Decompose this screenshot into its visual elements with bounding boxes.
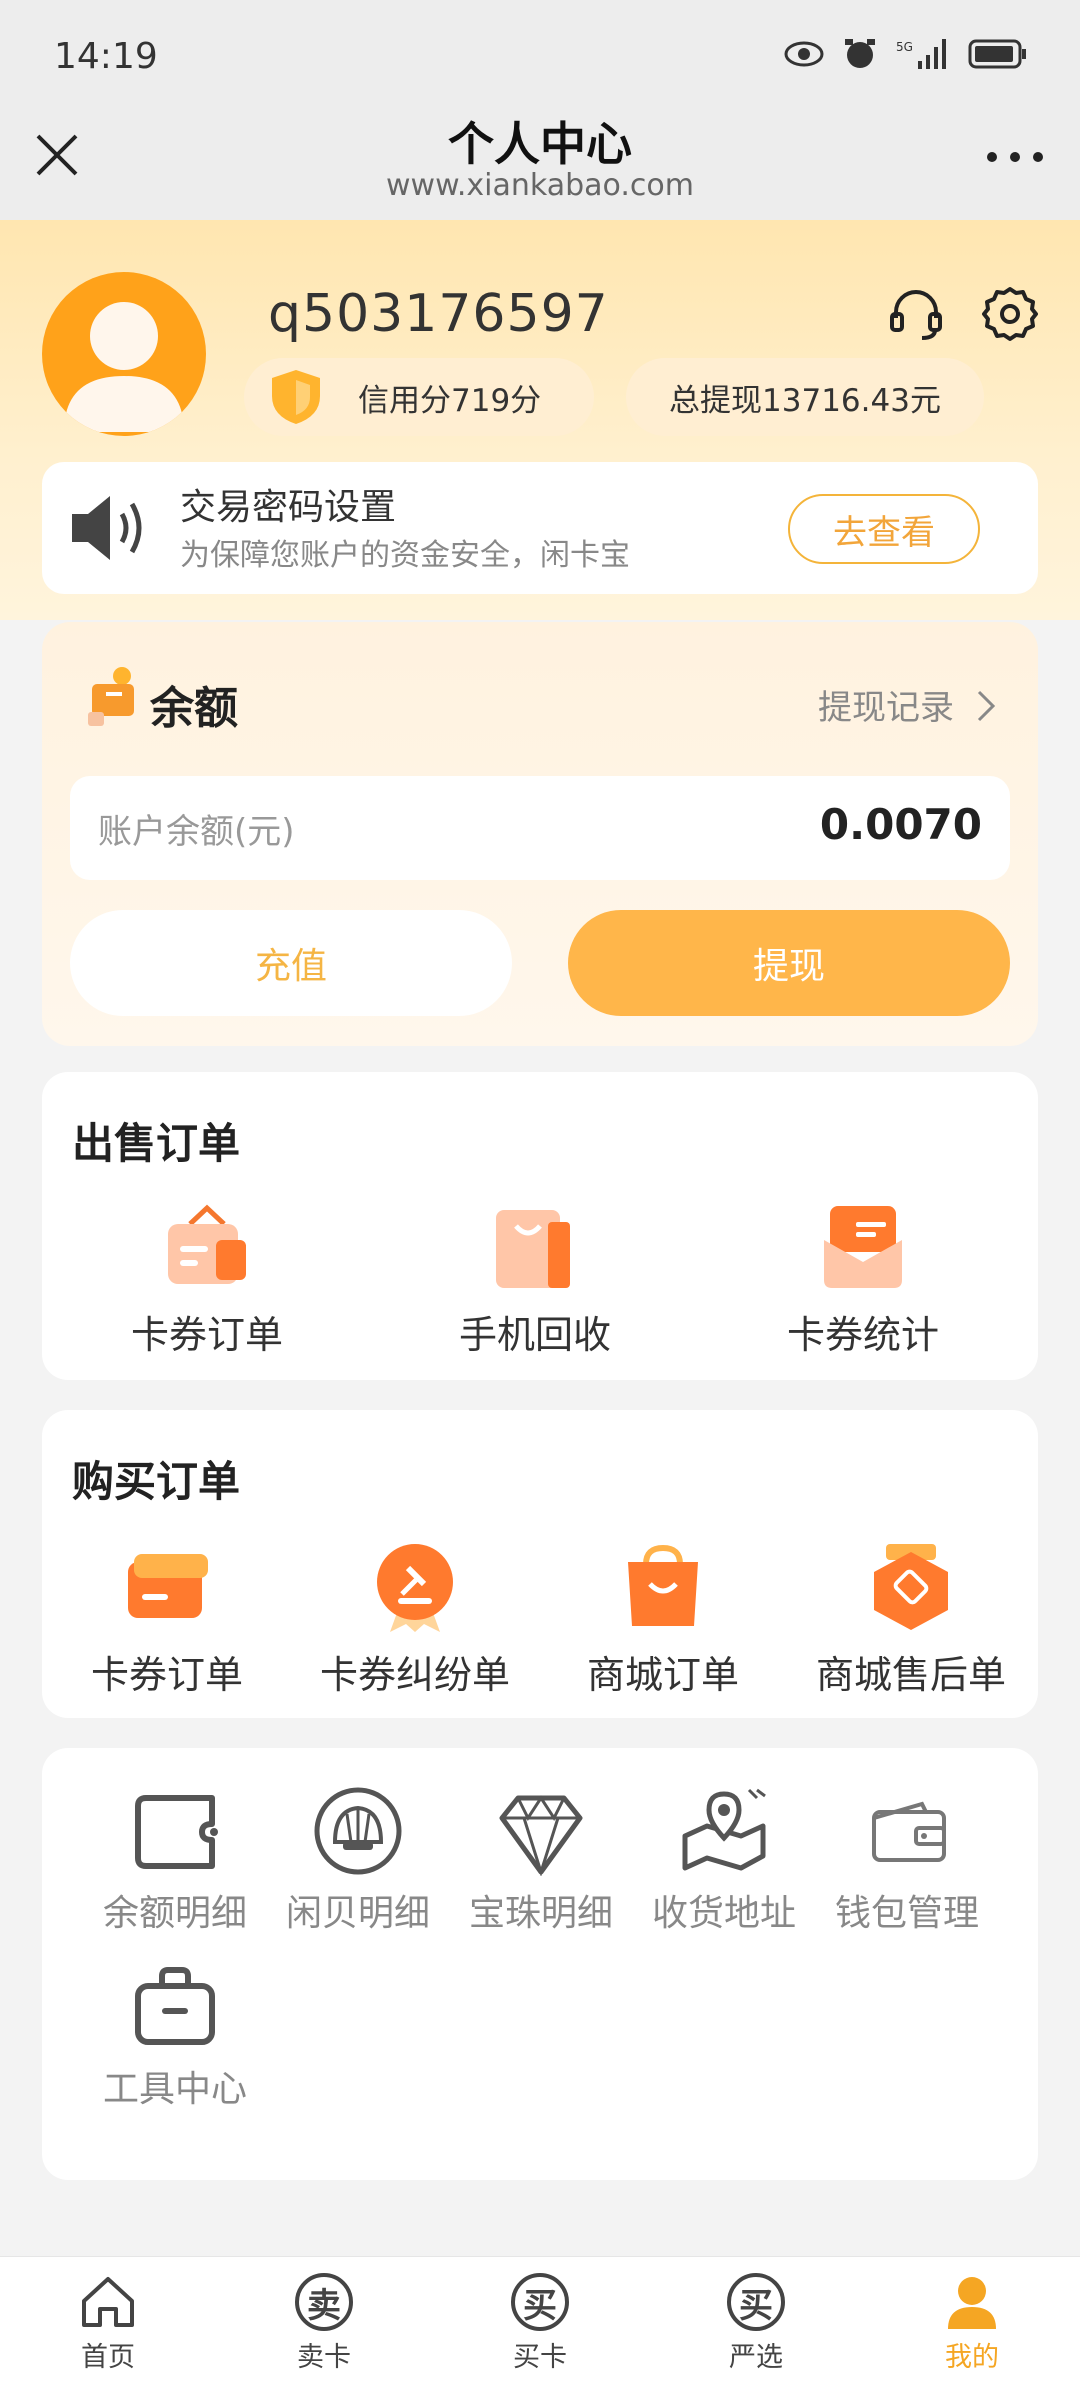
user-icon bbox=[948, 2277, 996, 2329]
tab-mine[interactable]: 我的 bbox=[864, 2257, 1080, 2389]
tool-label: 收货地址 bbox=[651, 1893, 796, 1934]
credit-score: 信用分719分 bbox=[358, 382, 542, 419]
notice-title: 交易密码设置 bbox=[180, 487, 397, 528]
shield-icon bbox=[272, 370, 320, 424]
dispute-icon bbox=[377, 1544, 453, 1632]
toolbox-icon bbox=[135, 1967, 215, 2045]
grid-label: 卡券统计 bbox=[786, 1313, 939, 1357]
grid-label: 手机回收 bbox=[458, 1313, 611, 1357]
tool-center[interactable]: 工具中心 bbox=[85, 1962, 265, 2112]
card-order-icon bbox=[128, 1554, 208, 1618]
home-icon bbox=[82, 2277, 134, 2327]
buy-icon: 买 bbox=[511, 2273, 569, 2331]
tab-home[interactable]: 首页 bbox=[0, 2257, 216, 2389]
balance-value: 0.0070 bbox=[819, 800, 982, 849]
phone-recycle-icon bbox=[496, 1210, 570, 1288]
shell-detail[interactable]: 闲贝明细 bbox=[268, 1786, 448, 1936]
grid-label: 商城售后单 bbox=[815, 1653, 1006, 1697]
tool-label: 闲贝明细 bbox=[285, 1893, 430, 1934]
recharge-button[interactable]: 充值 bbox=[70, 910, 512, 1016]
total-withdraw-badge: 总提现13716.43元 bbox=[626, 358, 984, 436]
username: q503176597 bbox=[268, 284, 609, 344]
diamond-icon bbox=[499, 1795, 583, 1876]
grid-label: 卡券纠纷单 bbox=[319, 1653, 510, 1697]
card-stats-icon bbox=[824, 1206, 902, 1288]
balance-label: 账户余额(元) bbox=[98, 812, 295, 852]
sell-card-order[interactable]: 卡券订单 bbox=[107, 1200, 307, 1359]
pearl-detail[interactable]: 宝珠明细 bbox=[451, 1786, 631, 1936]
tab-label: 我的 bbox=[945, 2342, 999, 2373]
buy-orders-title: 购买订单 bbox=[72, 1457, 241, 1506]
buy-mall-order[interactable]: 商城订单 bbox=[563, 1540, 763, 1699]
sell-orders-title: 出售订单 bbox=[72, 1119, 241, 1168]
tab-label: 卖卡 bbox=[297, 2342, 351, 2373]
user-icon bbox=[64, 302, 184, 432]
location-icon bbox=[682, 1788, 766, 1871]
tab-label: 首页 bbox=[81, 2342, 135, 2373]
customer-service-button[interactable] bbox=[886, 284, 946, 344]
money-bag-icon bbox=[88, 667, 134, 726]
tool-label: 余额明细 bbox=[102, 1893, 247, 1934]
buy-after-sale-order[interactable]: 商城售后单 bbox=[811, 1540, 1011, 1699]
avatar[interactable] bbox=[42, 272, 206, 436]
view-button[interactable]: 去查看 bbox=[788, 494, 980, 564]
credit-score-badge[interactable]: 信用分719分 bbox=[244, 358, 594, 436]
page-title: 个人中心 bbox=[448, 117, 632, 171]
alarm-icon bbox=[845, 39, 875, 68]
buy-dispute-order[interactable]: 卡券纠纷单 bbox=[315, 1540, 515, 1699]
status-icons: 5G bbox=[784, 36, 1028, 72]
bottom-tab-bar: 首页 卖 卖卡 买 买卡 买 严选 我的 bbox=[0, 2256, 1080, 2389]
tab-buy-card[interactable]: 买 买卡 bbox=[432, 2257, 648, 2389]
tool-label: 宝珠明细 bbox=[468, 1893, 613, 1934]
sell-card-stats[interactable]: 卡券统计 bbox=[763, 1200, 963, 1359]
tab-label: 严选 bbox=[729, 2342, 783, 2373]
wallet-management[interactable]: 钱包管理 bbox=[817, 1786, 997, 1936]
tab-label: 买卡 bbox=[513, 2342, 567, 2373]
more-icon bbox=[987, 152, 1043, 162]
battery-icon bbox=[968, 39, 1026, 69]
tool-label: 钱包管理 bbox=[834, 1893, 979, 1934]
withdraw-record-link[interactable]: 提现记录 bbox=[818, 680, 997, 729]
wallet-icon bbox=[872, 1801, 946, 1862]
balance-title: 余额 bbox=[150, 683, 238, 734]
withdraw-button[interactable]: 提现 bbox=[568, 910, 1010, 1016]
wallet-card-icon bbox=[135, 1795, 218, 1869]
svg-text:5G: 5G bbox=[896, 40, 913, 54]
after-sale-icon bbox=[874, 1544, 948, 1630]
shipping-address[interactable]: 收货地址 bbox=[634, 1786, 814, 1936]
status-time: 14:19 bbox=[54, 36, 158, 77]
signal-icon: 5G bbox=[896, 39, 946, 69]
notice-description: 为保障您账户的资金安全，闲卡宝 bbox=[180, 538, 630, 573]
tab-sell-card[interactable]: 卖 卖卡 bbox=[216, 2257, 432, 2389]
speaker-icon bbox=[72, 496, 142, 560]
shell-icon bbox=[314, 1787, 402, 1875]
balance-detail[interactable]: 余额明细 bbox=[85, 1786, 265, 1936]
grid-label: 商城订单 bbox=[586, 1653, 739, 1697]
mall-order-icon bbox=[628, 1544, 698, 1626]
total-withdraw: 总提现13716.43元 bbox=[669, 382, 941, 419]
grid-label: 卡券订单 bbox=[90, 1653, 243, 1697]
card-order-icon bbox=[168, 1204, 246, 1284]
grid-label: 卡券订单 bbox=[130, 1313, 283, 1357]
gear-icon bbox=[982, 287, 1038, 341]
sell-icon: 卖 bbox=[295, 2273, 353, 2331]
buy-card-order[interactable]: 卡券订单 bbox=[67, 1540, 267, 1699]
buy-icon: 买 bbox=[727, 2273, 785, 2331]
eye-icon bbox=[784, 41, 824, 67]
tool-label: 工具中心 bbox=[102, 2069, 247, 2110]
chevron-right-icon bbox=[977, 690, 995, 722]
settings-button[interactable] bbox=[980, 284, 1040, 344]
page-url: www.xiankabao.com bbox=[386, 168, 694, 203]
tab-selected[interactable]: 买 严选 bbox=[648, 2257, 864, 2389]
headset-icon bbox=[890, 290, 942, 340]
sell-phone-recycle[interactable]: 手机回收 bbox=[435, 1200, 635, 1359]
more-button[interactable] bbox=[980, 132, 1050, 182]
withdraw-record-label: 提现记录 bbox=[818, 688, 954, 728]
